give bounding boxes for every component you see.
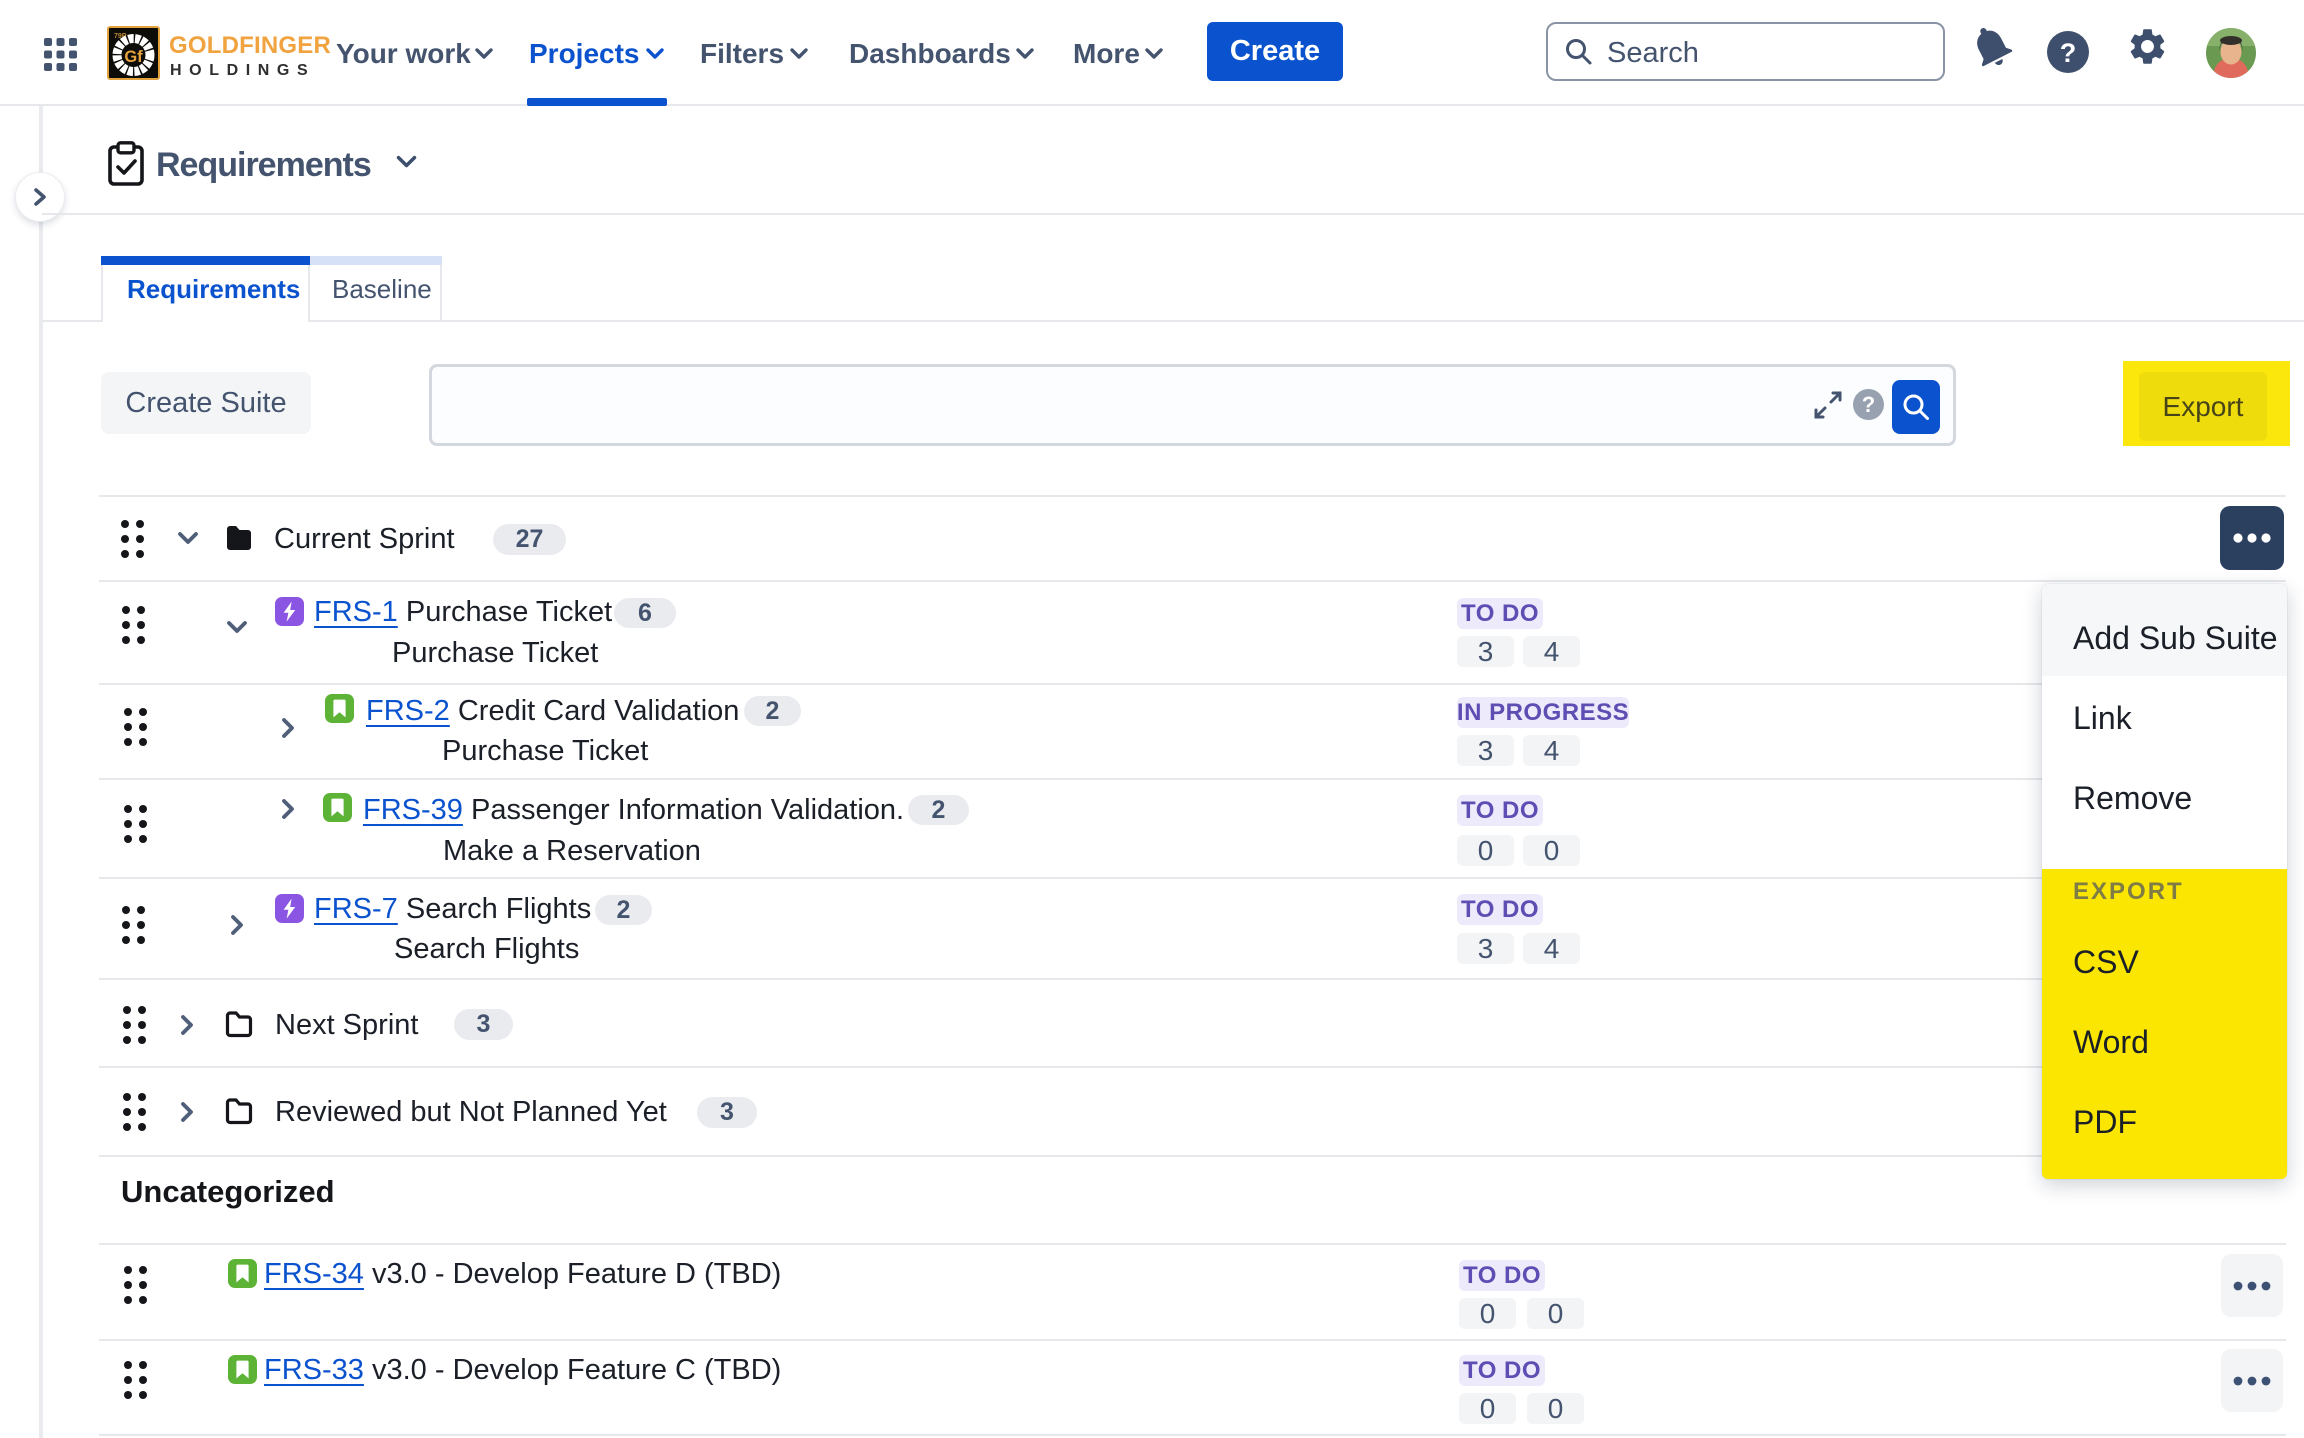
svg-text:Gf: Gf bbox=[124, 48, 143, 66]
svg-text:?: ? bbox=[2060, 38, 2077, 68]
